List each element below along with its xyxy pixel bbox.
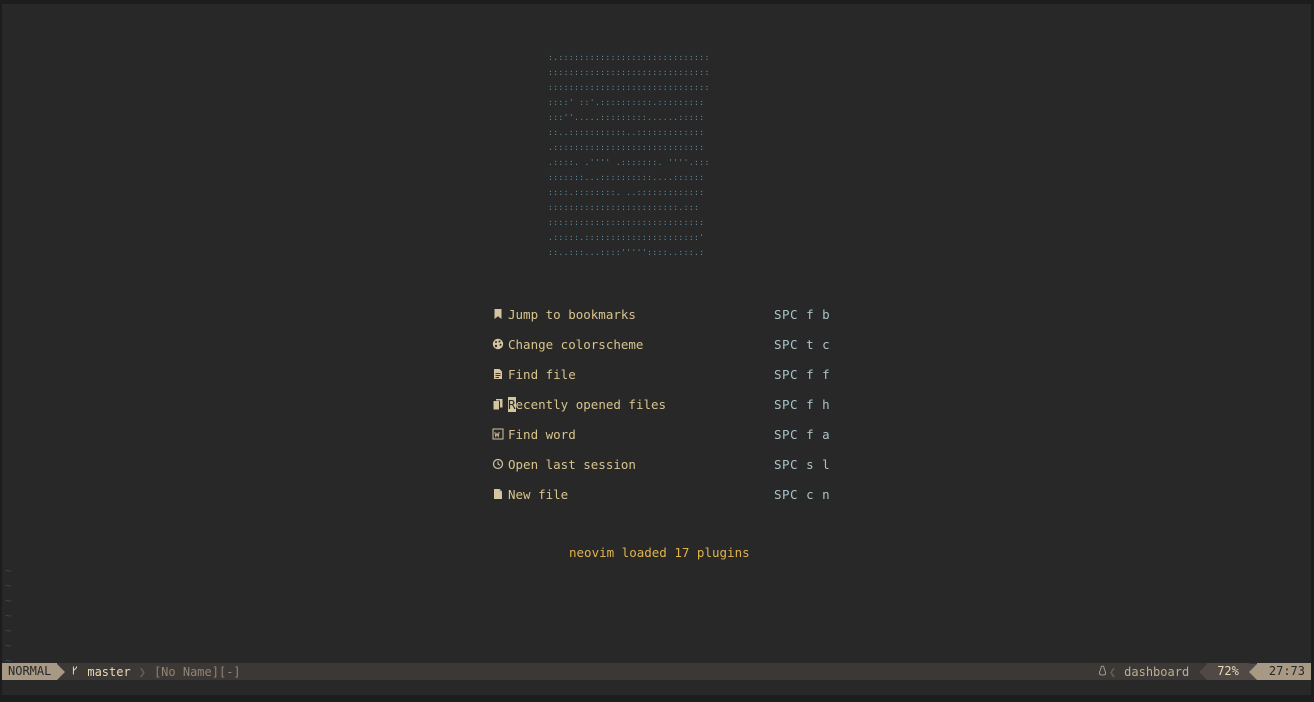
git-branch-icon: [71, 665, 79, 679]
menu-item-open-last-session[interactable]: Open last session SPC s l: [491, 452, 831, 476]
menu-label: New file: [508, 486, 569, 502]
branch-name: master: [87, 664, 131, 679]
file-name: [No Name][-]: [153, 664, 241, 679]
scroll-percent: 72%: [1207, 663, 1249, 680]
powerline-separator: [1248, 663, 1257, 680]
separator-left-icon: ❮: [1108, 664, 1117, 679]
menu-item-jump-to-bookmarks[interactable]: Jump to bookmarks SPC f b: [491, 302, 831, 326]
files-icon: [491, 397, 505, 411]
menu-item-find-word[interactable]: Find word SPC f a: [491, 422, 831, 446]
separator-icon: ❯: [138, 664, 146, 679]
word-icon: [491, 427, 505, 441]
menu-label: Find word: [508, 426, 576, 442]
text-cursor: R: [508, 396, 516, 412]
editor-window: :.::::::::::::::::::::::::::::: ::::::::…: [2, 4, 1311, 695]
menu-label: Find file: [508, 366, 576, 382]
command-line[interactable]: [0, 695, 1314, 702]
linux-icon: [1098, 665, 1107, 679]
menu-item-change-colorscheme[interactable]: Change colorscheme SPC t c: [491, 332, 831, 356]
cursor-position: 27:73: [1256, 663, 1311, 680]
history-icon: [491, 457, 505, 471]
menu-shortcut: SPC s l: [774, 456, 831, 472]
menu-label: Jump to bookmarks: [508, 306, 636, 322]
menu-shortcut: SPC t c: [774, 336, 831, 352]
palette-icon: [491, 337, 505, 351]
menu-shortcut: SPC c n: [774, 486, 831, 502]
empty-line-markers: ~ ~ ~ ~ ~ ~ ~: [5, 564, 12, 667]
menu-item-recently-opened-files[interactable]: Recently opened files SPC f h: [491, 392, 831, 416]
git-branch: master: [65, 665, 138, 679]
new-file-icon: [491, 487, 505, 501]
menu-shortcut: SPC f a: [774, 426, 831, 442]
mode-indicator: NORMAL: [2, 663, 58, 680]
dashboard-footer: neovim loaded 17 plugins: [569, 545, 750, 560]
menu-label-rest: ecently opened files: [515, 396, 667, 412]
menu-label: Change colorscheme: [508, 336, 644, 352]
statusline: NORMAL master ❯ [No Name][-] ❮ dashboard…: [2, 663, 1311, 680]
menu-item-find-file[interactable]: Find file SPC f f: [491, 362, 831, 386]
powerline-separator: [1199, 663, 1208, 680]
powerline-separator: [57, 663, 66, 680]
menu-shortcut: SPC f h: [774, 396, 831, 412]
statusline-right: ❮ dashboard 72% 27:73: [1098, 663, 1311, 680]
menu-shortcut: SPC f f: [774, 366, 831, 382]
bookmark-icon: [491, 307, 505, 321]
menu-label: Open last session: [508, 456, 636, 472]
dashboard-logo-art: :.::::::::::::::::::::::::::::: ::::::::…: [548, 53, 710, 257]
file-type: dashboard: [1124, 664, 1190, 679]
menu-shortcut: SPC f b: [774, 306, 831, 322]
menu-label: Recently opened files: [508, 396, 667, 412]
menu-item-new-file[interactable]: New file SPC c n: [491, 482, 831, 506]
file-text-icon: [491, 367, 505, 381]
